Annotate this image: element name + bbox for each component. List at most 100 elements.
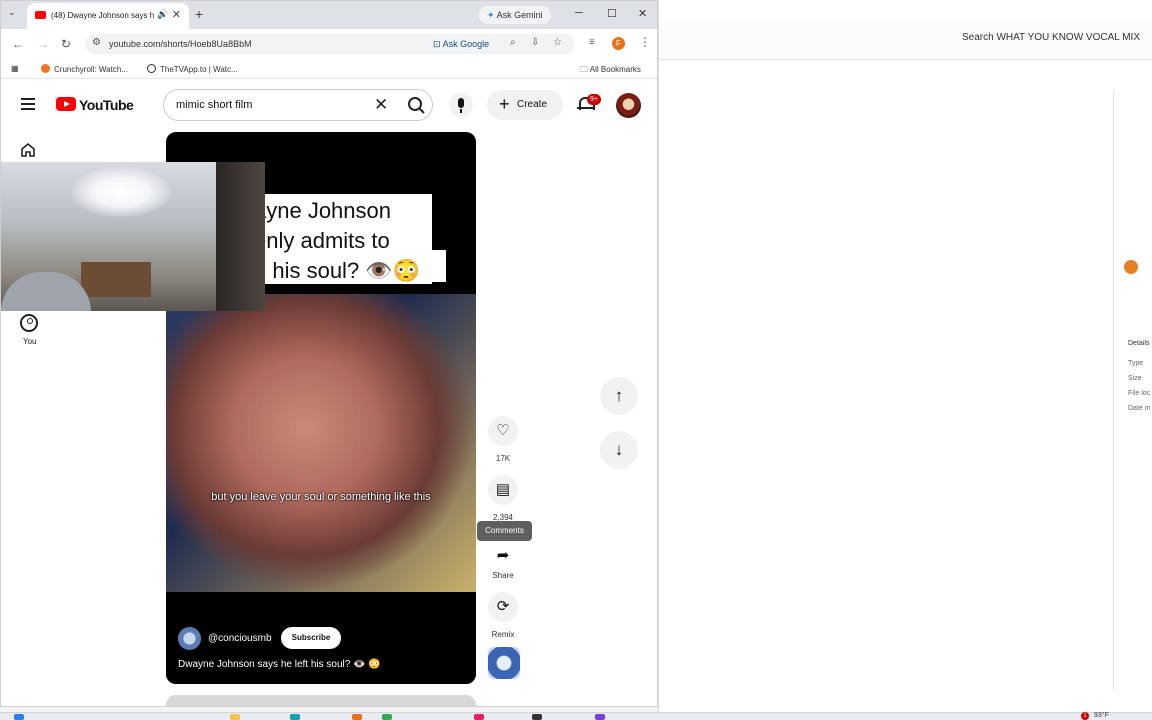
- details-size-label: Size: [1128, 375, 1142, 382]
- caption-line-2: enly admits to: [254, 228, 390, 253]
- youtube-favicon-icon: [35, 11, 46, 19]
- subscribe-button[interactable]: Subscribe: [281, 627, 341, 649]
- file-explorer-icon[interactable]: [230, 714, 240, 720]
- share-arrow-icon: ➦: [496, 547, 510, 564]
- file-icon: [1124, 260, 1138, 274]
- ask-google-button[interactable]: ⊡ Ask Google: [433, 37, 489, 51]
- short-title[interactable]: Dwayne Johnson says he left his soul? 👁️…: [178, 659, 381, 670]
- account-avatar[interactable]: [616, 93, 641, 118]
- site-info-icon[interactable]: ⚙: [92, 37, 101, 48]
- youtube-header: YouTube ✕ + Create: [1, 80, 657, 130]
- address-bar[interactable]: ⚙ youtube.com/shorts/Hoeb8Ua8BbM ⊡ Ask G…: [85, 34, 575, 54]
- arrow-down-icon: ↓: [614, 440, 624, 459]
- all-bookmarks[interactable]: 🗀 All Bookmarks: [580, 64, 641, 78]
- bookmark-thetvapp-label: TheTVApp.to | Watc...: [160, 65, 238, 74]
- profile-avatar[interactable]: F: [612, 37, 625, 50]
- remix-button[interactable]: ⟳: [488, 592, 518, 622]
- crunchyroll-icon: [41, 64, 50, 73]
- you-profile-icon[interactable]: [20, 314, 38, 332]
- forward-button[interactable]: →: [37, 37, 49, 51]
- all-bookmarks-label: All Bookmarks: [589, 65, 641, 74]
- webcam-overlay: [1, 162, 265, 311]
- share-button[interactable]: ➦: [488, 541, 518, 571]
- background-explorer-window: Search WHAT YOU KNOW VOCAL MIX Details T…: [658, 0, 1152, 712]
- bookmarks-bar: ▦ Crunchyroll: Watch... TheTVApp.to | Wa…: [1, 59, 657, 79]
- menu-kebab-icon[interactable]: ⋮: [639, 35, 651, 49]
- speaker-icon[interactable]: 🔊: [157, 9, 168, 20]
- like-count: 17K: [495, 454, 511, 463]
- comments-tooltip: Comments: [477, 521, 532, 541]
- windows-taskbar: [0, 712, 1152, 720]
- back-button[interactable]: ←: [12, 37, 24, 51]
- hamburger-menu-icon[interactable]: [21, 98, 35, 110]
- tab-title: (48) Dwayne Johnson says h: [51, 11, 155, 20]
- explorer-search-box[interactable]: Search WHAT YOU KNOW VOCAL MIX: [962, 32, 1140, 43]
- close-window-button[interactable]: ✕: [638, 7, 647, 20]
- folder-icon: 🗀: [580, 65, 588, 74]
- details-date-label: Date m: [1128, 405, 1151, 412]
- reload-button[interactable]: ↻: [61, 37, 71, 51]
- search-box: ✕: [163, 89, 433, 121]
- channel-name[interactable]: @conciousmb: [208, 633, 272, 644]
- next-short-preview[interactable]: [166, 695, 476, 706]
- video-subtitle: but you leave your soul or something lik…: [211, 491, 431, 503]
- tab-search-chevron-icon[interactable]: ⌄: [8, 7, 16, 18]
- room-door: [216, 162, 265, 311]
- remix-icon: ⟳: [496, 598, 510, 615]
- media-controls-icon[interactable]: ≡: [589, 37, 595, 48]
- bookmark-thetvapp[interactable]: TheTVApp.to | Watc...: [147, 64, 238, 74]
- terminal-icon[interactable]: [532, 714, 542, 720]
- create-button[interactable]: + Create: [487, 90, 563, 120]
- chrome-icon[interactable]: [382, 714, 392, 720]
- next-short-button[interactable]: ↓: [600, 431, 638, 469]
- new-tab-button[interactable]: +: [195, 6, 203, 22]
- search-icon[interactable]: [404, 95, 430, 115]
- remix-label: Remix: [491, 630, 515, 639]
- zoom-icon[interactable]: ⌕: [510, 37, 516, 48]
- plus-icon: +: [499, 94, 510, 114]
- home-icon[interactable]: [20, 142, 36, 158]
- details-type-label: Type: [1128, 360, 1144, 367]
- youtube-logo-text[interactable]: YouTube: [79, 97, 134, 113]
- bookmark-crunchyroll[interactable]: Crunchyroll: Watch...: [41, 64, 128, 74]
- maximize-button[interactable]: ☐: [607, 7, 617, 20]
- app-icon[interactable]: [474, 714, 484, 720]
- minimize-button[interactable]: ─: [575, 7, 583, 19]
- details-pane: Details Type Size File loc Date m: [1113, 90, 1152, 690]
- video-frame-image: [166, 294, 476, 592]
- close-tab-icon[interactable]: ✕: [172, 8, 181, 21]
- caption-line-1: ayne Johnson: [254, 198, 391, 223]
- weather-temperature[interactable]: 93°F: [1094, 712, 1109, 719]
- youtube-logo-icon[interactable]: [56, 97, 76, 111]
- tab-strip: ⌄ (48) Dwayne Johnson says h 🔊 ✕ + ✦ Ask…: [1, 1, 657, 29]
- details-location-label: File loc: [1128, 390, 1151, 397]
- sidebar-you-label[interactable]: You: [23, 337, 37, 346]
- app-icon-2[interactable]: [595, 714, 605, 720]
- previous-short-button[interactable]: ↑: [600, 377, 638, 415]
- comments-button[interactable]: ▤: [488, 475, 518, 505]
- browser-window: ⌄ (48) Dwayne Johnson says h 🔊 ✕ + ✦ Ask…: [0, 0, 658, 707]
- clear-search-icon[interactable]: ✕: [374, 95, 388, 115]
- search-input[interactable]: [176, 99, 366, 111]
- voice-search-mic-icon[interactable]: [449, 93, 473, 117]
- install-icon[interactable]: ⇩: [531, 37, 539, 48]
- start-button-icon[interactable]: [14, 714, 24, 720]
- channel-avatar[interactable]: [178, 627, 201, 650]
- caption-line-3: g his soul? 👁️😳: [254, 258, 421, 283]
- create-label: Create: [517, 99, 548, 110]
- edge-icon[interactable]: [290, 714, 300, 720]
- share-label: Share: [492, 571, 514, 580]
- apps-grid-icon[interactable]: ▦: [11, 64, 19, 73]
- ask-gemini-label: Ask Gemini: [496, 10, 543, 20]
- ask-gemini-button[interactable]: ✦ Ask Gemini: [479, 6, 551, 24]
- heart-icon: ♡: [496, 422, 510, 439]
- lens-icon: ⊡: [433, 39, 441, 49]
- url-text: youtube.com/shorts/Hoeb8Ua8BbM: [109, 39, 252, 49]
- tab-youtube-short[interactable]: (48) Dwayne Johnson says h 🔊 ✕: [27, 3, 189, 29]
- bookmark-star-icon[interactable]: ☆: [553, 37, 562, 48]
- bookmark-crunchyroll-label: Crunchyroll: Watch...: [54, 65, 128, 74]
- sound-thumbnail[interactable]: [488, 647, 520, 679]
- like-button[interactable]: ♡: [488, 416, 518, 446]
- details-heading: Details: [1128, 340, 1150, 347]
- firefox-icon[interactable]: [352, 714, 362, 720]
